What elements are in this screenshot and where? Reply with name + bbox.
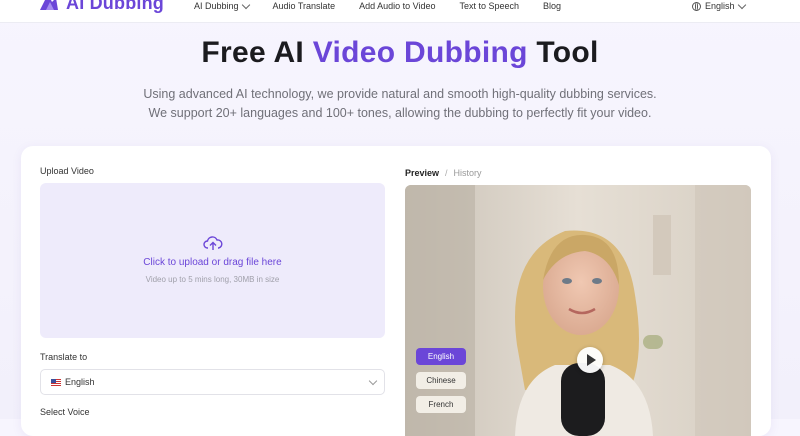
us-flag-icon — [51, 378, 61, 386]
nav-item-blog[interactable]: Blog — [543, 1, 561, 11]
preview-lang-chinese[interactable]: Chinese — [416, 372, 466, 389]
tab-preview[interactable]: Preview — [405, 168, 439, 178]
nav-item-add-audio-to-video[interactable]: Add Audio to Video — [359, 1, 435, 11]
tab-separator: / — [445, 168, 448, 178]
upload-cta[interactable]: Click to upload or drag file here — [40, 257, 385, 268]
nav-item-label: Text to Speech — [459, 1, 520, 11]
translate-to-label: Translate to — [40, 352, 88, 362]
chevron-down-icon — [368, 376, 378, 386]
play-button[interactable] — [577, 347, 603, 373]
language-selector[interactable]: English — [692, 0, 746, 12]
top-navbar: AI Dubbing AI Dubbing Audio Translate Ad… — [0, 0, 800, 23]
title-prefix: Free AI — [201, 36, 305, 69]
chevron-down-icon — [241, 0, 250, 9]
nav-item-label: Audio Translate — [272, 1, 336, 11]
language-label: English — [705, 1, 735, 11]
nav-item-audio-translate[interactable]: Audio Translate — [273, 1, 336, 11]
brand-logo[interactable]: AI Dubbing — [38, 0, 164, 14]
globe-icon — [692, 1, 701, 11]
logo-icon — [40, 0, 58, 10]
preview-lang-french[interactable]: French — [416, 396, 466, 413]
translate-to-select[interactable]: English — [40, 369, 385, 395]
nav-item-label: Blog — [543, 1, 562, 11]
upload-hint: Video up to 5 mins long, 30MB in size — [145, 275, 280, 284]
select-value: English — [51, 377, 95, 387]
title-accent: Video Dubbing — [312, 36, 528, 69]
nav-item-ai-dubbing[interactable]: AI Dubbing — [194, 0, 250, 11]
selected-language: English — [65, 377, 95, 387]
upload-video-label: Upload Video — [40, 166, 94, 176]
nav-item-label: AI Dubbing — [194, 1, 239, 11]
preview-tabs: Preview / History — [405, 168, 482, 178]
tab-history[interactable]: History — [454, 168, 482, 178]
hero-subtitle-line2: We support 20+ languages and 100+ tones,… — [148, 106, 652, 120]
dubbing-panel: Upload Video Click to upload or drag fil… — [21, 146, 771, 436]
nav-item-text-to-speech[interactable]: Text to Speech — [459, 1, 519, 11]
video-preview[interactable]: English Chinese French — [405, 185, 751, 436]
title-suffix: Tool — [536, 36, 599, 69]
preview-lang-english[interactable]: English — [416, 348, 466, 365]
nav-menu: AI Dubbing Audio Translate Add Audio to … — [194, 0, 561, 12]
select-voice-label: Select Voice — [40, 407, 90, 417]
hero-subtitle-line1: Using advanced AI technology, we provide… — [143, 87, 657, 101]
brand-name: AI Dubbing — [66, 0, 164, 13]
nav-item-label: Add Audio to Video — [359, 1, 436, 11]
upload-dropzone[interactable]: Click to upload or drag file here Video … — [40, 183, 385, 338]
cloud-upload-icon — [203, 236, 223, 250]
page-title: Free AI Video Dubbing Tool — [0, 36, 800, 70]
chevron-down-icon — [737, 0, 746, 9]
